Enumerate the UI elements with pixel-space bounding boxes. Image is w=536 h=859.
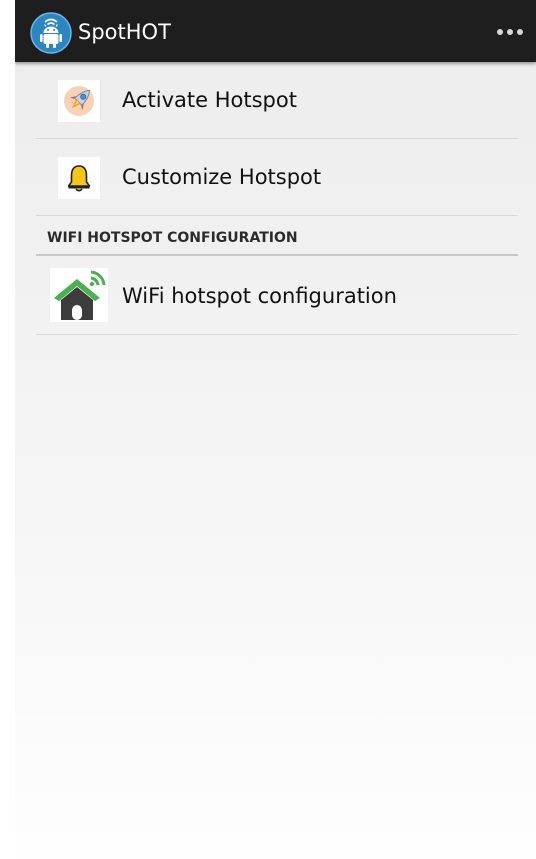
screen: SpotHOT Activate Hotspot Customize Hotsp… [15, 0, 536, 859]
overflow-dot [507, 29, 513, 35]
overflow-dot [517, 29, 523, 35]
customize-hotspot-item[interactable]: Customize Hotspot [36, 139, 518, 216]
wifi-hotspot-configuration-label: WiFi hotspot configuration [122, 284, 397, 308]
bell-icon [58, 157, 100, 199]
customize-hotspot-label: Customize Hotspot [122, 165, 322, 189]
category-title: WIFI HOTSPOT CONFIGURATION [47, 230, 298, 246]
rocket-icon [58, 80, 100, 122]
action-bar: SpotHOT [15, 0, 536, 62]
overflow-dot [497, 29, 503, 35]
app-title: SpotHOT [78, 20, 171, 44]
wifi-home-icon [50, 268, 108, 322]
overflow-menu-icon[interactable] [484, 17, 536, 47]
wifi-hotspot-category-header: WIFI HOTSPOT CONFIGURATION [36, 216, 518, 256]
android-hotspot-app-icon[interactable] [30, 12, 72, 54]
activate-hotspot-item[interactable]: Activate Hotspot [36, 62, 518, 139]
activate-hotspot-label: Activate Hotspot [122, 88, 297, 112]
wifi-hotspot-configuration-item[interactable]: WiFi hotspot configuration [36, 256, 518, 335]
preference-list: Activate Hotspot Customize Hotspot WIFI … [36, 62, 518, 335]
